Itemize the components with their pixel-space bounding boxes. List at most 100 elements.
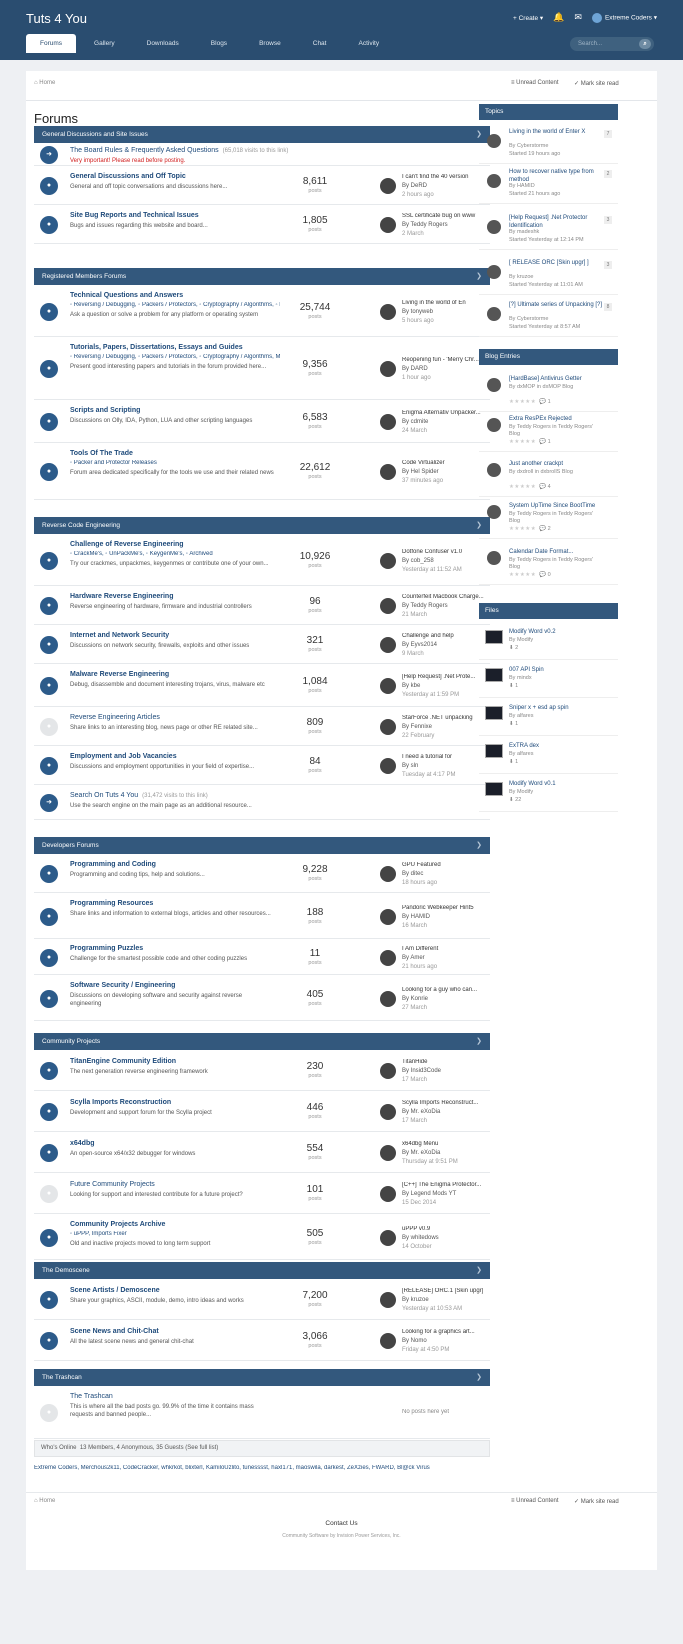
whos-online-label[interactable]: Who's Online <box>41 1445 77 1451</box>
avatar[interactable] <box>380 866 396 882</box>
topic-author[interactable]: By madeshk <box>509 229 539 235</box>
last-post-title[interactable]: Dotfone Confuser v1.0 <box>402 549 487 555</box>
forum-title[interactable]: Reverse Engineering Articles <box>70 714 160 721</box>
last-post-title[interactable]: Looking for a guy who can... <box>402 987 487 993</box>
avatar[interactable] <box>487 220 501 234</box>
file-author[interactable]: By mindx <box>509 675 532 681</box>
last-post-author[interactable]: By DARD <box>402 366 428 372</box>
topic-title[interactable]: How to recover native type from method <box>509 169 605 184</box>
forum-title[interactable]: Programming Puzzles <box>70 945 143 952</box>
file-title[interactable]: Modify Word v0.1 <box>509 781 605 789</box>
topic-item[interactable]: [?] Ultimate series of Unpacking [?] By C… <box>479 297 618 337</box>
section-header[interactable]: Community Projects ❯ <box>34 1033 490 1050</box>
forum-title[interactable]: Scripts and Scripting <box>70 407 140 414</box>
last-post-title[interactable]: I Am Different <box>402 946 487 952</box>
last-post-author[interactable]: By Hel Spider <box>402 469 439 475</box>
avatar[interactable] <box>380 1186 396 1202</box>
tab-forums[interactable]: Forums <box>26 34 77 53</box>
last-post-title[interactable]: SSL certificate bug on www <box>402 213 487 219</box>
topic-title[interactable]: Living in the world of Enter X <box>509 129 605 137</box>
forum-title[interactable]: Tools Of The Trade <box>70 450 133 457</box>
forum-title[interactable]: Software Security / Engineering <box>70 982 175 989</box>
avatar[interactable] <box>487 174 501 188</box>
last-post-title[interactable]: [C++] The Enigma Protector... <box>402 1182 487 1188</box>
file-author[interactable]: By Modify <box>509 637 533 643</box>
last-post-author[interactable]: By Insid3Code <box>402 1068 441 1074</box>
last-post-title[interactable]: [Help Request] .Net Prote... <box>402 674 487 680</box>
topic-author[interactable]: By Cyberstorme <box>509 316 548 322</box>
avatar[interactable] <box>380 178 396 194</box>
breadcrumb[interactable]: ⌂ Home <box>34 80 55 86</box>
section-header[interactable]: The Trashcan ❯ <box>34 1369 490 1386</box>
blog-title[interactable]: Just another crackpt <box>509 461 605 469</box>
last-post-title[interactable]: Pandoric Webkeeper Hint5 <box>402 905 487 911</box>
avatar[interactable] <box>380 598 396 614</box>
last-post-author[interactable]: By DeRD <box>402 183 427 189</box>
avatar[interactable] <box>380 758 396 774</box>
last-post-author[interactable]: By Mr. eXoDia <box>402 1109 440 1115</box>
search-icon[interactable]: ⌕ <box>639 39 651 49</box>
last-post-title[interactable]: Challenge and help <box>402 633 487 639</box>
last-post-title[interactable]: Counterfeit Macbook Charge... <box>402 594 487 600</box>
file-title[interactable]: Sniper x + esd ap spin <box>509 705 605 713</box>
tab-gallery[interactable]: Gallery <box>80 34 129 53</box>
tab-chat[interactable]: Chat <box>299 34 341 53</box>
avatar[interactable] <box>487 551 501 565</box>
blog-author[interactable]: By Teddy Rogers in Teddy Rogers' Blog <box>509 424 605 438</box>
file-item[interactable]: ExTRA dex By alfares ⬇ 1 <box>479 738 618 774</box>
last-post-title[interactable]: uPPP v0.9 <box>402 1226 487 1232</box>
last-post-title[interactable]: I need a tutorial for <box>402 754 487 760</box>
file-title[interactable]: ExTRA dex <box>509 743 605 751</box>
last-post-title[interactable]: Reopening fun - 'Merry Chr... <box>402 357 487 363</box>
blog-author[interactable]: By Teddy Rogers in Teddy Rogers' Blog <box>509 557 605 571</box>
collapse-icon[interactable]: ❯ <box>476 1033 482 1050</box>
file-item[interactable]: Modify Word v0.2 By Modify ⬇ 2 <box>479 624 618 660</box>
topic-author[interactable]: By HAMID <box>509 183 535 189</box>
last-post-author[interactable]: By Legend Mods YT <box>402 1191 456 1197</box>
last-post-title[interactable]: I can't find the 40 version <box>402 174 487 180</box>
avatar[interactable] <box>380 678 396 694</box>
blog-author[interactable]: By Teddy Rogers in Teddy Rogers' Blog <box>509 511 605 525</box>
blog-item[interactable]: [HardBase] Antivirus Getter By dxMOP in d… <box>479 370 618 412</box>
file-thumbnail[interactable] <box>485 744 503 758</box>
file-thumbnail[interactable] <box>485 630 503 644</box>
last-post-title[interactable]: Scylla Imports Reconstruct... <box>402 1100 487 1106</box>
forum-title[interactable]: The Board Rules & Frequently Asked Quest… <box>70 147 288 154</box>
file-thumbnail[interactable] <box>485 668 503 682</box>
unread-content-link-bottom[interactable]: ≡ Unread Content <box>511 1498 559 1504</box>
last-post-title[interactable]: StarForce .NET unpacking <box>402 715 487 721</box>
last-post-author[interactable]: By cdmite <box>402 419 428 425</box>
avatar[interactable] <box>380 1292 396 1308</box>
subforum-list[interactable]: ◦ uPPP, Imports Fixer <box>70 1231 280 1237</box>
avatar[interactable] <box>380 464 396 480</box>
avatar[interactable] <box>380 1229 396 1246</box>
avatar[interactable] <box>487 265 501 279</box>
section-header[interactable]: General Discussions and Site Issues ❯ <box>34 126 490 143</box>
user-menu[interactable]: Extreme Coders ▾ <box>591 12 657 23</box>
forum-title[interactable]: Malware Reverse Engineering <box>70 671 169 678</box>
last-post-author[interactable]: By Nomo <box>402 1338 427 1344</box>
file-title[interactable]: 007 API Spin <box>509 667 605 675</box>
forum-title[interactable]: Scylla Imports Reconstruction <box>70 1099 171 1106</box>
avatar[interactable] <box>487 307 501 321</box>
breadcrumb-bottom[interactable]: ⌂ Home <box>34 1498 55 1504</box>
last-post-author[interactable]: By kbe <box>402 683 420 689</box>
topic-author[interactable]: By Cyberstorme <box>509 143 548 149</box>
last-post-title[interactable]: Enigma Alternativ Unpacker... <box>402 410 487 416</box>
unread-content-link[interactable]: ≡ Unread Content <box>511 80 559 86</box>
avatar[interactable] <box>380 990 396 1007</box>
blog-title[interactable]: [HardBase] Antivirus Getter <box>509 376 605 384</box>
forum-title[interactable]: The Trashcan <box>70 1393 113 1400</box>
blog-author[interactable]: By dxdroll in dxbrollS Blog <box>509 469 605 476</box>
forum-title[interactable]: TitanEngine Community Edition <box>70 1058 176 1065</box>
online-users[interactable]: Extreme Coders, Merchous2k11, CodeCracke… <box>34 1465 490 1471</box>
topic-item[interactable]: Living in the world of Enter X By Cyberst… <box>479 124 618 164</box>
tab-browse[interactable]: Browse <box>245 34 295 53</box>
mark-read-link-bottom[interactable]: ✓ Mark site read <box>574 1498 619 1505</box>
forum-title[interactable]: Programming and Coding <box>70 861 156 868</box>
last-post-author[interactable]: By Teddy Rogers <box>402 603 448 609</box>
forum-title[interactable]: Programming Resources <box>70 900 153 907</box>
topic-title[interactable]: [ RELEASE ORC [Skin upgr] ] <box>509 260 605 268</box>
file-item[interactable]: Modify Word v0.1 By Modify ⬇ 22 <box>479 776 618 812</box>
last-post-title[interactable]: Living in the world of En <box>402 300 487 306</box>
